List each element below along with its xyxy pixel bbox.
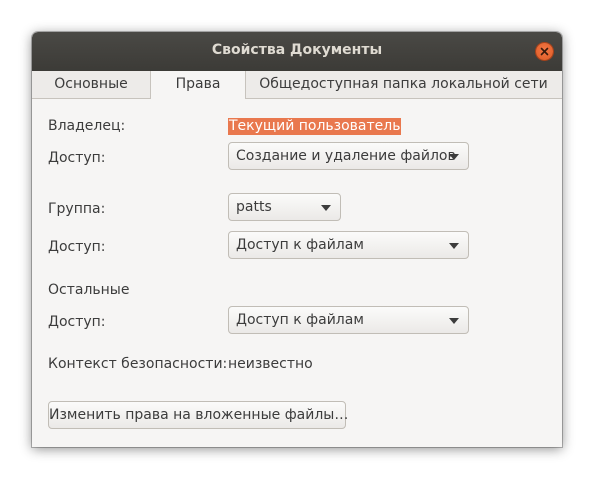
close-button[interactable]	[536, 43, 553, 60]
group-combo[interactable]: patts	[228, 193, 341, 221]
window-title: Свойства Документы	[211, 42, 383, 58]
owner-access-value: Создание и удаление файлов	[236, 148, 456, 164]
tab-local-network-share[interactable]: Общедоступная папка локальной сети	[245, 71, 562, 98]
others-access-label: Доступ:	[48, 314, 106, 330]
tab-permissions[interactable]: Права	[150, 71, 246, 99]
group-value: patts	[236, 199, 272, 215]
tab-basic[interactable]: Основные	[32, 71, 150, 98]
owner-access-combo[interactable]: Создание и удаление файлов	[228, 142, 469, 170]
dropdown-arrow-icon	[321, 205, 331, 211]
dropdown-arrow-icon	[449, 243, 459, 249]
group-access-label: Доступ:	[48, 239, 106, 255]
group-access-combo[interactable]: Доступ к файлам	[228, 231, 469, 259]
others-access-combo[interactable]: Доступ к файлам	[228, 306, 469, 334]
titlebar[interactable]: Свойства Документы	[32, 32, 562, 71]
owner-label: Владелец:	[48, 118, 126, 134]
owner-value: Текущий пользователь	[228, 118, 402, 135]
group-access-value: Доступ к файлам	[236, 237, 364, 253]
dropdown-arrow-icon	[449, 154, 459, 160]
security-context-label: Контекст безопасности:	[48, 356, 228, 372]
others-access-value: Доступ к файлам	[236, 312, 364, 328]
dropdown-arrow-icon	[449, 318, 459, 324]
change-enclosed-permissions-button[interactable]: Изменить права на вложенные файлы…	[48, 401, 348, 429]
owner-access-label: Доступ:	[48, 150, 106, 166]
others-label: Остальные	[48, 282, 130, 298]
group-label: Группа:	[48, 201, 106, 217]
close-icon	[540, 47, 549, 56]
permissions-dialog: Свойства Документы Основные Права Общедо…	[32, 32, 562, 447]
security-context-value: неизвестно	[228, 356, 313, 372]
tab-bar: Основные Права Общедоступная папка локал…	[32, 71, 562, 99]
